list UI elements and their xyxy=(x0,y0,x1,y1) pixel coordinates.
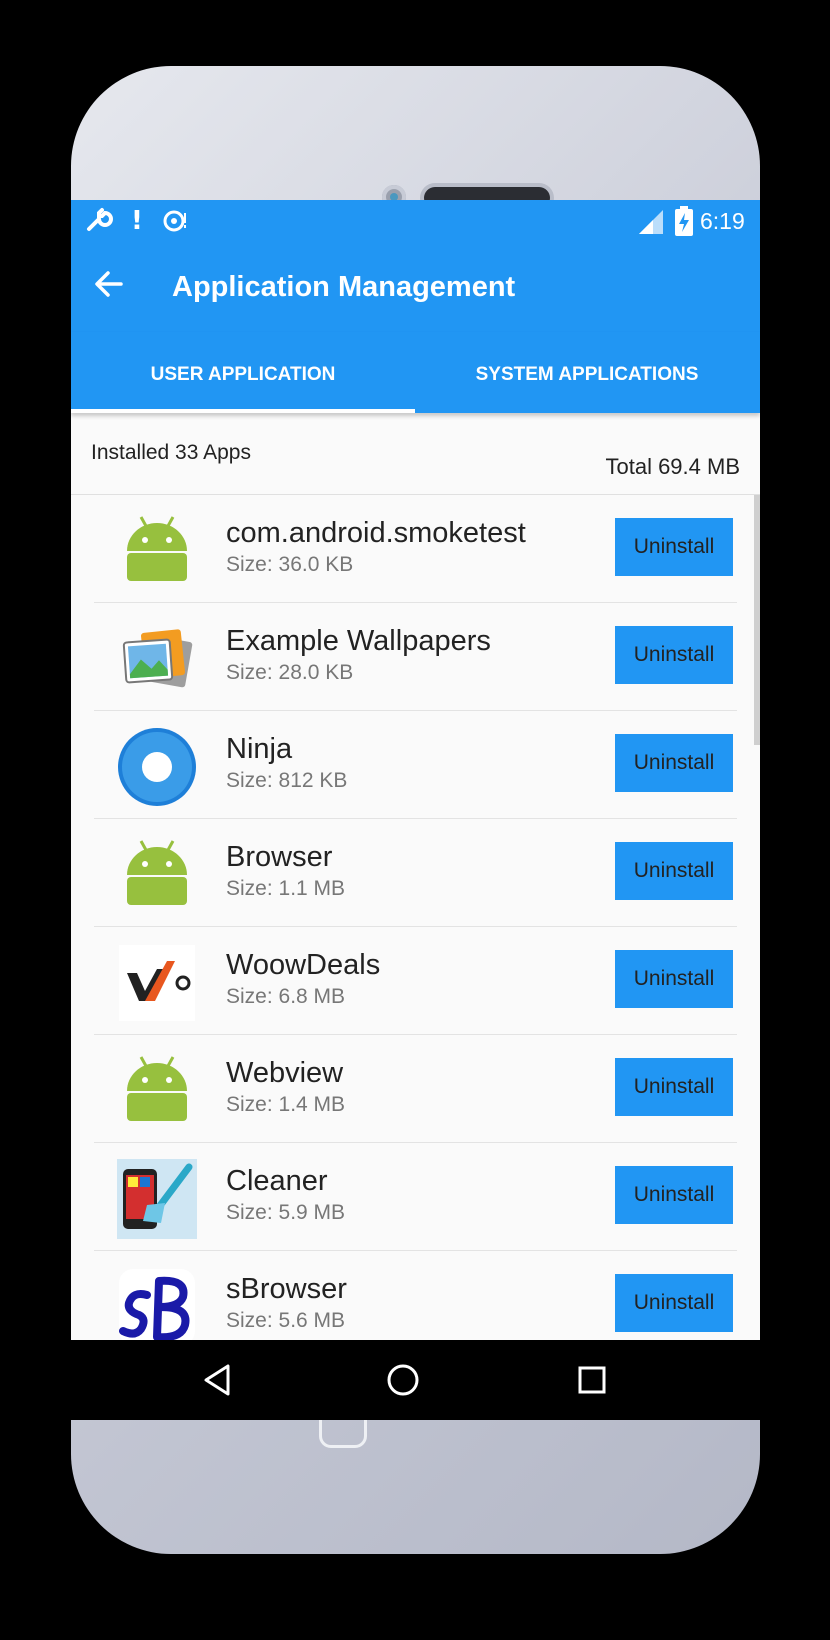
list-item[interactable]: WoowDeals Size: 6.8 MB Uninstall xyxy=(71,927,760,1035)
app-size: Size: 1.4 MB xyxy=(226,1093,346,1116)
app-size: Size: 36.0 KB xyxy=(226,553,354,576)
clock: 6:19 xyxy=(700,208,745,234)
tab-bar: USER APPLICATION SYSTEM APPLICATIONS xyxy=(71,332,760,413)
signal-icon xyxy=(639,210,663,234)
app-name: Example Wallpapers xyxy=(226,625,491,657)
wallpapers-gallery-icon xyxy=(122,629,193,688)
app-size: Size: 6.8 MB xyxy=(226,985,346,1008)
uninstall-button[interactable]: Uninstall xyxy=(615,1166,733,1224)
page-title: Application Management xyxy=(172,271,516,303)
uninstall-button[interactable]: Uninstall xyxy=(615,842,733,900)
android-robot-icon xyxy=(127,1056,187,1121)
total-size: Total 69.4 MB xyxy=(605,454,740,479)
woowdeals-logo-icon xyxy=(119,945,195,1021)
recents-square-icon[interactable] xyxy=(572,1360,612,1400)
home-circle-icon[interactable] xyxy=(383,1360,423,1400)
app-size: Size: 5.9 MB xyxy=(226,1201,346,1224)
uninstall-button[interactable]: Uninstall xyxy=(615,1274,733,1332)
sync-warning-icon xyxy=(163,210,186,232)
app-size: Size: 812 KB xyxy=(226,769,348,792)
ninja-ring-icon xyxy=(118,728,196,806)
scrollbar[interactable] xyxy=(754,495,760,745)
alert-icon: ! xyxy=(131,206,143,236)
app-name: Webview xyxy=(226,1057,344,1089)
list-item[interactable]: Cleaner Size: 5.9 MB Uninstall xyxy=(71,1143,760,1251)
android-robot-icon xyxy=(127,516,187,581)
cleaner-phone-brush-icon xyxy=(117,1159,197,1239)
app-name: sBrowser xyxy=(226,1273,347,1305)
list-item[interactable]: Browser Size: 1.1 MB Uninstall xyxy=(71,819,760,927)
list-item[interactable]: Webview Size: 1.4 MB Uninstall xyxy=(71,1035,760,1143)
tab-system-applications[interactable]: SYSTEM APPLICATIONS xyxy=(415,364,759,386)
list-item[interactable]: Ninja Size: 812 KB Uninstall xyxy=(71,711,760,819)
app-bar: Application Management xyxy=(71,242,760,332)
app-name: Browser xyxy=(226,841,333,873)
app-name: WoowDeals xyxy=(226,949,381,981)
summary-header: Installed 33 Apps Total 69.4 MB xyxy=(71,413,760,495)
uninstall-button[interactable]: Uninstall xyxy=(615,1058,733,1116)
uninstall-button[interactable]: Uninstall xyxy=(615,626,733,684)
uninstall-button[interactable]: Uninstall xyxy=(615,950,733,1008)
uninstall-button[interactable]: Uninstall xyxy=(615,734,733,792)
status-bar: ! 6:19 xyxy=(71,200,760,242)
screen: ! 6:19 Application Management USER APPLI… xyxy=(71,200,760,1420)
app-name: Ninja xyxy=(226,733,293,765)
app-name: Cleaner xyxy=(226,1165,328,1197)
sbrowser-logo-icon xyxy=(119,1269,195,1345)
tab-user-application[interactable]: USER APPLICATION xyxy=(71,364,415,386)
app-size: Size: 1.1 MB xyxy=(226,877,346,900)
app-size: Size: 28.0 KB xyxy=(226,661,354,684)
uninstall-button[interactable]: Uninstall xyxy=(615,518,733,576)
installed-count: Installed 33 Apps xyxy=(91,441,251,464)
arrow-back-icon[interactable] xyxy=(93,268,125,300)
app-name: com.android.smoketest xyxy=(226,517,526,549)
wrench-icon xyxy=(87,208,113,231)
back-triangle-icon[interactable] xyxy=(198,1360,238,1400)
list-item[interactable]: Example Wallpapers Size: 28.0 KB Uninsta… xyxy=(71,603,760,711)
android-robot-icon xyxy=(127,840,187,905)
battery-charging-icon xyxy=(675,206,693,236)
navigation-bar xyxy=(71,1340,760,1420)
app-size: Size: 5.6 MB xyxy=(226,1309,346,1332)
list-item[interactable]: com.android.smoketest Size: 36.0 KB Unin… xyxy=(71,495,760,603)
